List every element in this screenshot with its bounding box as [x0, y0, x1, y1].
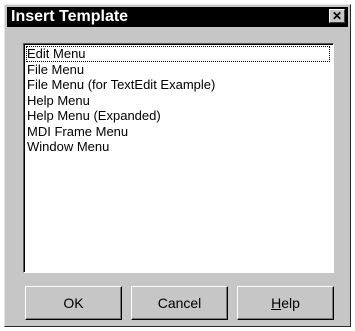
list-item[interactable]: Help Menu	[26, 93, 333, 109]
list-item[interactable]: File Menu	[26, 62, 333, 78]
title-bar[interactable]: Insert Template ✕	[7, 7, 348, 27]
insert-template-dialog: Insert Template ✕ Edit Menu File Menu Fi…	[4, 4, 351, 327]
close-button[interactable]: ✕	[329, 9, 345, 23]
help-button-mnemonic: H	[271, 295, 282, 311]
ok-button-label: OK	[63, 295, 84, 311]
cancel-button-label: Cancel	[157, 295, 202, 311]
list-item[interactable]: File Menu (for TextEdit Example)	[26, 77, 333, 93]
list-item[interactable]: Window Menu	[26, 139, 333, 155]
template-listbox[interactable]: Edit Menu File Menu File Menu (for TextE…	[23, 43, 334, 273]
help-button-label: elp	[281, 295, 300, 311]
cancel-button[interactable]: Cancel	[131, 286, 228, 320]
close-icon: ✕	[331, 9, 343, 23]
ok-button[interactable]: OK	[25, 286, 122, 320]
list-item[interactable]: Edit Menu	[26, 46, 330, 62]
help-button[interactable]: Help	[237, 286, 334, 320]
dialog-title: Insert Template	[11, 8, 129, 25]
list-item[interactable]: MDI Frame Menu	[26, 124, 333, 140]
list-item[interactable]: Help Menu (Expanded)	[26, 108, 333, 124]
